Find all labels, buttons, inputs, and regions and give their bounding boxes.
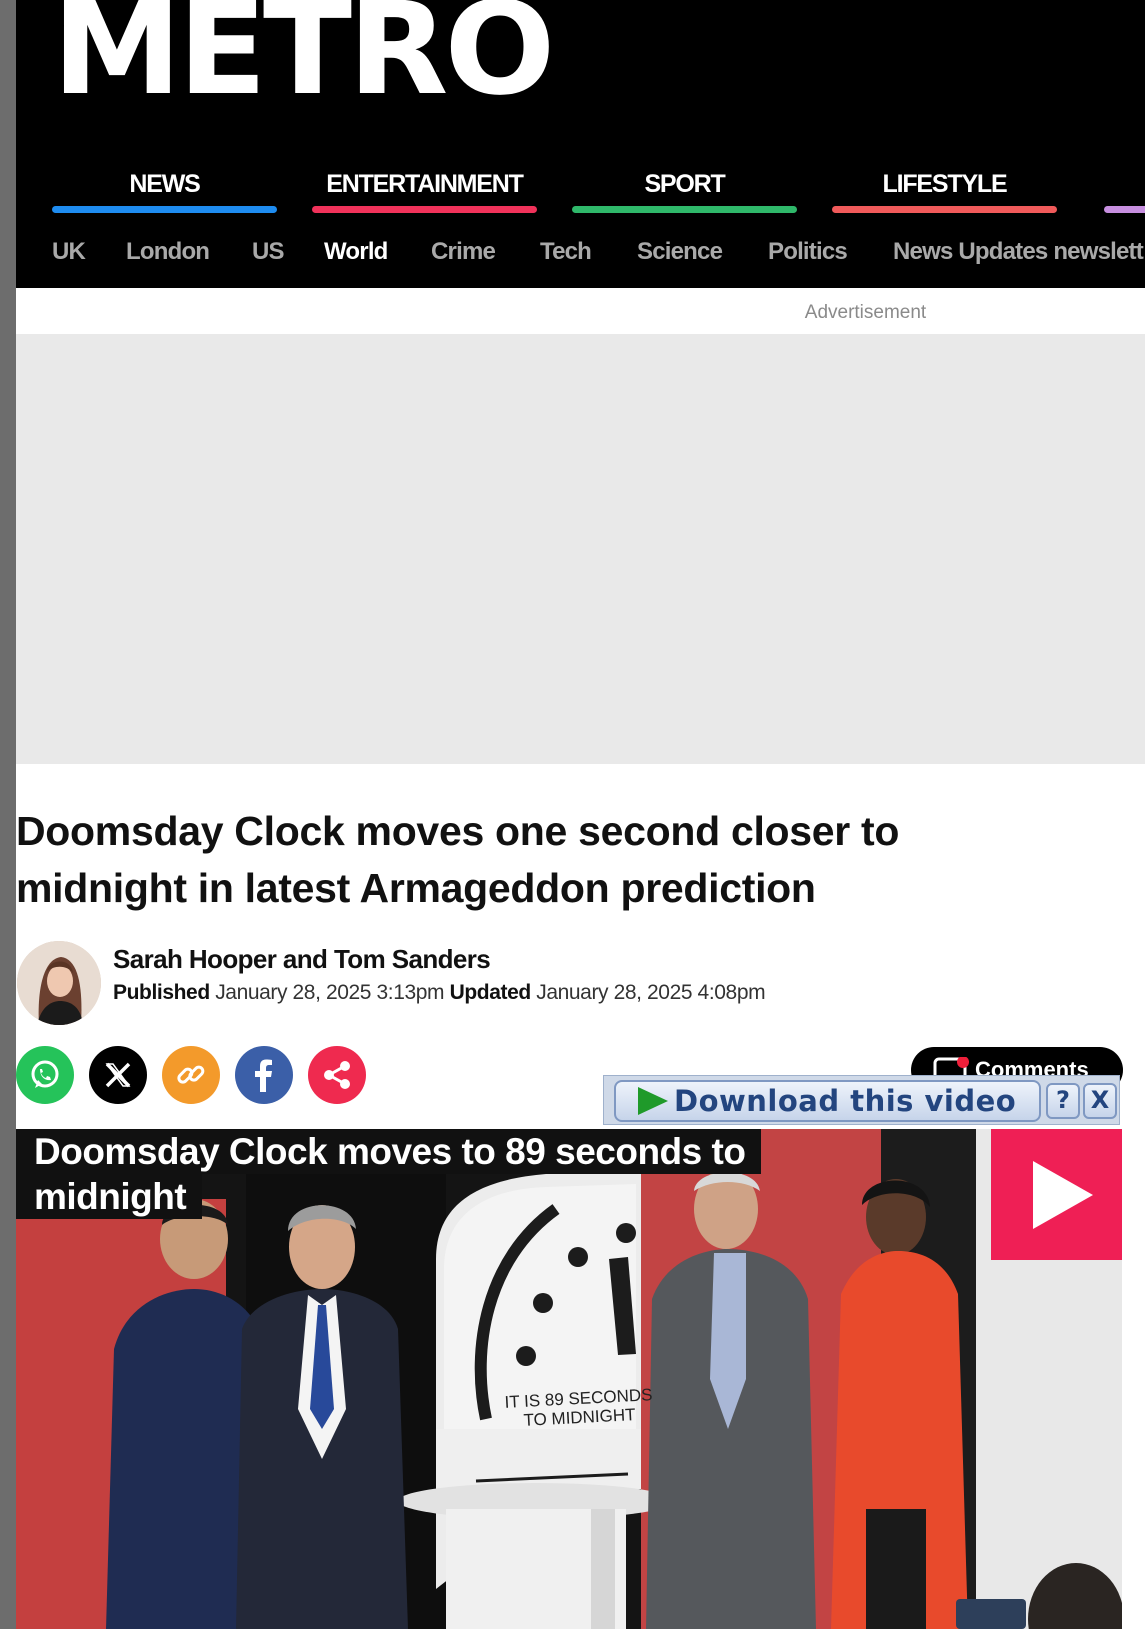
article-authors[interactable]: Sarah Hooper and Tom Sanders [113, 944, 491, 975]
nav-more[interactable] [1104, 168, 1145, 216]
nav-news[interactable]: NEWS [52, 168, 277, 216]
subnav-uk[interactable]: UK [52, 236, 86, 268]
subnav-world[interactable]: World [324, 236, 388, 268]
author-avatar[interactable] [17, 941, 101, 1025]
download-video-button[interactable]: Download this video [614, 1080, 1041, 1122]
x-icon [105, 1062, 131, 1088]
video-play-button[interactable] [991, 1129, 1122, 1260]
left-page-edge [0, 0, 16, 1629]
metro-logo[interactable]: METRO [52, 0, 555, 114]
masthead: METRO NEWS ENTERTAINMENT SPORT LIFESTYLE… [16, 0, 1145, 288]
subnav-us[interactable]: US [252, 236, 285, 268]
published-date: January 28, 2025 3:13pm [215, 981, 445, 1004]
download-close-button[interactable]: X [1083, 1083, 1117, 1119]
x-share-button[interactable] [89, 1046, 147, 1104]
article-dates: Published January 28, 2025 3:13pm Update… [113, 981, 766, 1005]
share-button[interactable] [308, 1046, 366, 1104]
nav-news-label: NEWS [129, 170, 200, 198]
video-title-line2: midnight [16, 1174, 203, 1219]
subnav-politics[interactable]: Politics [768, 236, 848, 268]
nav-lifestyle-underline [832, 206, 1057, 213]
nav-entertainment-underline [312, 206, 537, 213]
download-video-toolbar: Download this video ? X [603, 1075, 1120, 1125]
nav-more-underline [1104, 206, 1145, 213]
subnav-crime[interactable]: Crime [431, 236, 496, 268]
video-player[interactable]: IT IS 89 SECONDS TO MIDNIGHT Doomsday Cl… [16, 1129, 1122, 1629]
nav-sport[interactable]: SPORT [572, 168, 797, 216]
copy-link-button[interactable] [162, 1046, 220, 1104]
primary-nav: NEWS ENTERTAINMENT SPORT LIFESTYLE [52, 168, 1145, 216]
whatsapp-icon [31, 1060, 59, 1088]
article-headline: Doomsday Clock moves one second closer t… [16, 808, 900, 911]
nav-lifestyle[interactable]: LIFESTYLE [832, 168, 1057, 216]
share-icon [324, 1061, 350, 1089]
facebook-share-button[interactable] [235, 1046, 293, 1104]
updated-date: January 28, 2025 4:08pm [536, 981, 766, 1004]
nav-sport-underline [572, 206, 797, 213]
link-icon [177, 1065, 205, 1084]
author-photo [17, 941, 101, 1025]
download-help-button[interactable]: ? [1046, 1083, 1080, 1119]
advertisement-slot[interactable] [16, 334, 1145, 764]
nav-lifestyle-label: LIFESTYLE [882, 170, 1008, 198]
subnav-tech[interactable]: Tech [540, 236, 592, 268]
download-play-icon [638, 1087, 668, 1115]
play-icon [1032, 1160, 1093, 1229]
nav-entertainment-label: ENTERTAINMENT [326, 170, 524, 198]
subnav-london[interactable]: London [126, 236, 210, 268]
download-video-label: Download this video [674, 1084, 1017, 1118]
advertisement-label: Advertisement [804, 302, 927, 323]
published-label: Published [113, 981, 210, 1004]
facebook-icon [255, 1059, 272, 1092]
nav-sport-label: SPORT [644, 170, 725, 198]
nav-news-underline [52, 206, 277, 213]
nav-entertainment[interactable]: ENTERTAINMENT [312, 168, 537, 216]
updated-label: Updated [449, 981, 532, 1004]
ad-label-strip: Advertisement [16, 288, 1145, 334]
subnav-science[interactable]: Science [637, 236, 723, 268]
subnav-newsletters[interactable]: News Updates newslett [893, 236, 1144, 268]
whatsapp-share-button[interactable] [16, 1046, 74, 1104]
video-title: Doomsday Clock moves to 89 seconds to mi… [16, 1129, 762, 1219]
video-title-line1: Doomsday Clock moves to 89 seconds to [16, 1129, 762, 1174]
